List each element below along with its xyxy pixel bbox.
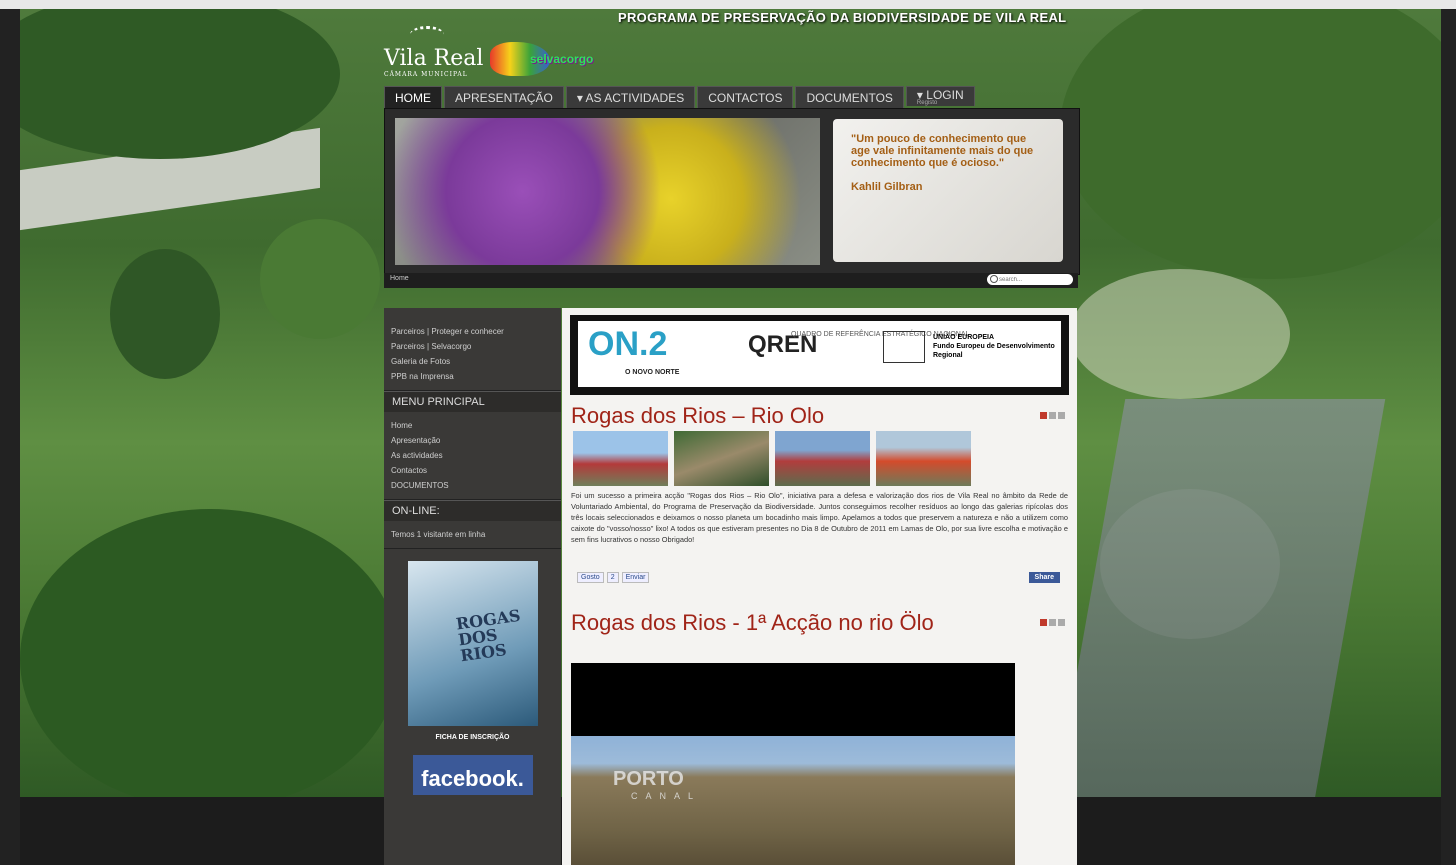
partners-banner: ON.2 O NOVO NORTE QREN QUADRO DE REFERÊN… (570, 315, 1069, 395)
tab-apresentacao[interactable]: APRESENTAÇÃO (444, 86, 564, 109)
print-icon[interactable] (1049, 619, 1056, 626)
facebook-badge[interactable]: facebook. (412, 755, 533, 795)
pdf-icon[interactable] (1040, 619, 1047, 626)
gallery-photo[interactable] (775, 431, 870, 486)
online-section: Temos 1 visitante em linha (384, 521, 561, 549)
quote-author: Kahlil Gilbran (851, 181, 923, 193)
vila-real-logo-text: Vila Real (384, 46, 484, 71)
header-panel: "Um pouco de conhecimento que age vale i… (384, 108, 1080, 275)
page-right-edge (1441, 9, 1456, 865)
video-frame: PORTO CANAL (571, 736, 1015, 865)
selvacorgo-logo-text: selvacorgo (530, 52, 594, 66)
browser-top-strip (0, 0, 1456, 9)
main-nav: HOME APRESENTAÇÃO ▾ AS ACTIVIDADES CONTA… (384, 86, 975, 109)
menu-principal: Home Apresentação As actividades Contact… (384, 412, 561, 500)
article1-tools (1040, 412, 1065, 419)
sidebar-link-parceiros-selvacorgo[interactable]: Parceiros | Selvacorgo (384, 339, 561, 354)
sidebar-links: Parceiros | Proteger e conhecer Parceiro… (384, 308, 561, 391)
background-tree (110, 249, 220, 379)
pdf-icon[interactable] (1040, 412, 1047, 419)
chevron-down-icon: ▾ (576, 91, 583, 105)
like-button[interactable]: Gosto (577, 572, 604, 583)
eu-subtitle: Fundo Europeu de Desenvolvimento Regiona… (933, 343, 1055, 359)
vila-real-logo-subtext: CÂMARA MUNICIPAL (384, 71, 468, 78)
article1-body: Foi um sucesso a primeira acção "Rogas d… (571, 491, 1068, 544)
video-player[interactable]: PORTO CANAL (571, 663, 1015, 865)
rogas-dos-rios-poster[interactable]: ROGAS DOS RIOS (407, 561, 538, 726)
crown-icon (410, 26, 444, 43)
ficha-inscricao-link[interactable]: FICHA DE INSCRIÇÃO (384, 734, 561, 741)
social-buttons: Gosto 2 Enviar (577, 572, 650, 583)
main-content: ON.2 O NOVO NORTE QREN QUADRO DE REFERÊN… (562, 308, 1077, 865)
header-flower-image (395, 118, 820, 265)
quote-box: "Um pouco de conhecimento que age vale i… (833, 119, 1063, 262)
article2-title[interactable]: Rogas dos Rios - 1ª Acção no rio Ölo (571, 610, 934, 636)
gallery-photo[interactable] (674, 431, 769, 486)
menu-item-actividades[interactable]: As actividades (384, 448, 561, 463)
sidebar-link-imprensa[interactable]: PPB na Imprensa (384, 369, 561, 384)
tab-home[interactable]: HOME (384, 86, 442, 109)
email-icon[interactable] (1058, 412, 1065, 419)
email-icon[interactable] (1058, 619, 1065, 626)
quote-text: "Um pouco de conhecimento que age vale i… (851, 133, 1034, 169)
tab-contactos[interactable]: CONTACTOS (697, 86, 794, 109)
menu-item-documentos[interactable]: DOCUMENTOS (384, 478, 561, 493)
sidebar: Parceiros | Proteger e conhecer Parceiro… (384, 308, 561, 865)
on2-logo: ON.2 (588, 325, 668, 363)
tab-login[interactable]: ▾ LOGIN Registo (905, 86, 975, 106)
background-tree (260, 219, 380, 339)
online-heading: ON-LINE: (384, 500, 561, 521)
video-channel-sub: CANAL (631, 791, 702, 801)
share-button[interactable]: Share (1028, 572, 1060, 583)
send-button[interactable]: Enviar (621, 572, 650, 583)
poster-title: ROGAS DOS RIOS (454, 605, 522, 666)
menu-item-home[interactable]: Home (384, 418, 561, 433)
article1-gallery (573, 431, 971, 486)
on2-subtitle: O NOVO NORTE (625, 369, 680, 376)
menu-principal-heading: MENU PRINCIPAL (384, 391, 561, 412)
gallery-photo[interactable] (573, 431, 668, 486)
eu-title: UNIÃO EUROPEIA (933, 334, 995, 341)
like-count: 2 (606, 572, 619, 583)
tab-actividades[interactable]: ▾ AS ACTIVIDADES (565, 86, 696, 109)
menu-item-contactos[interactable]: Contactos (384, 463, 561, 478)
partners-banner-inner: ON.2 O NOVO NORTE QREN QUADRO DE REFERÊN… (578, 321, 1061, 387)
background-flowers (1070, 269, 1290, 399)
sidebar-link-parceiros-proteger[interactable]: Parceiros | Proteger e conhecer (384, 324, 561, 339)
article2-tools (1040, 619, 1065, 626)
eu-flag-icon (883, 331, 925, 363)
eu-text: UNIÃO EUROPEIA Fundo Europeu de Desenvol… (933, 333, 1061, 360)
selvacorgo-logo[interactable]: selvacorgo (490, 38, 605, 78)
search-icon (990, 275, 998, 283)
background-trees-right (1060, 9, 1441, 279)
page-left-edge (0, 9, 20, 865)
tab-documentos[interactable]: DOCUMENTOS (795, 86, 904, 109)
menu-item-apresentacao[interactable]: Apresentação (384, 433, 561, 448)
tab-actividades-label: AS ACTIVIDADES (585, 91, 685, 105)
background-bushes (20, 509, 400, 797)
breadcrumb-bar: Home (384, 273, 1078, 288)
site-banner-title: PROGRAMA DE PRESERVAÇÃO DA BIODIVERSIDAD… (618, 10, 1067, 25)
vila-real-logo[interactable]: Vila Real CÂMARA MUNICIPAL (384, 46, 483, 78)
sidebar-link-galeria[interactable]: Galeria de Fotos (384, 354, 561, 369)
article1-title[interactable]: Rogas dos Rios – Rio Olo (571, 403, 824, 429)
gallery-photo[interactable] (876, 431, 971, 486)
online-visitors-text: Temos 1 visitante em linha (391, 530, 486, 539)
print-icon[interactable] (1049, 412, 1056, 419)
background-river (1054, 399, 1386, 797)
video-channel-logo: PORTO (613, 768, 684, 790)
breadcrumb[interactable]: Home (390, 275, 409, 282)
search-input[interactable] (987, 274, 1073, 285)
